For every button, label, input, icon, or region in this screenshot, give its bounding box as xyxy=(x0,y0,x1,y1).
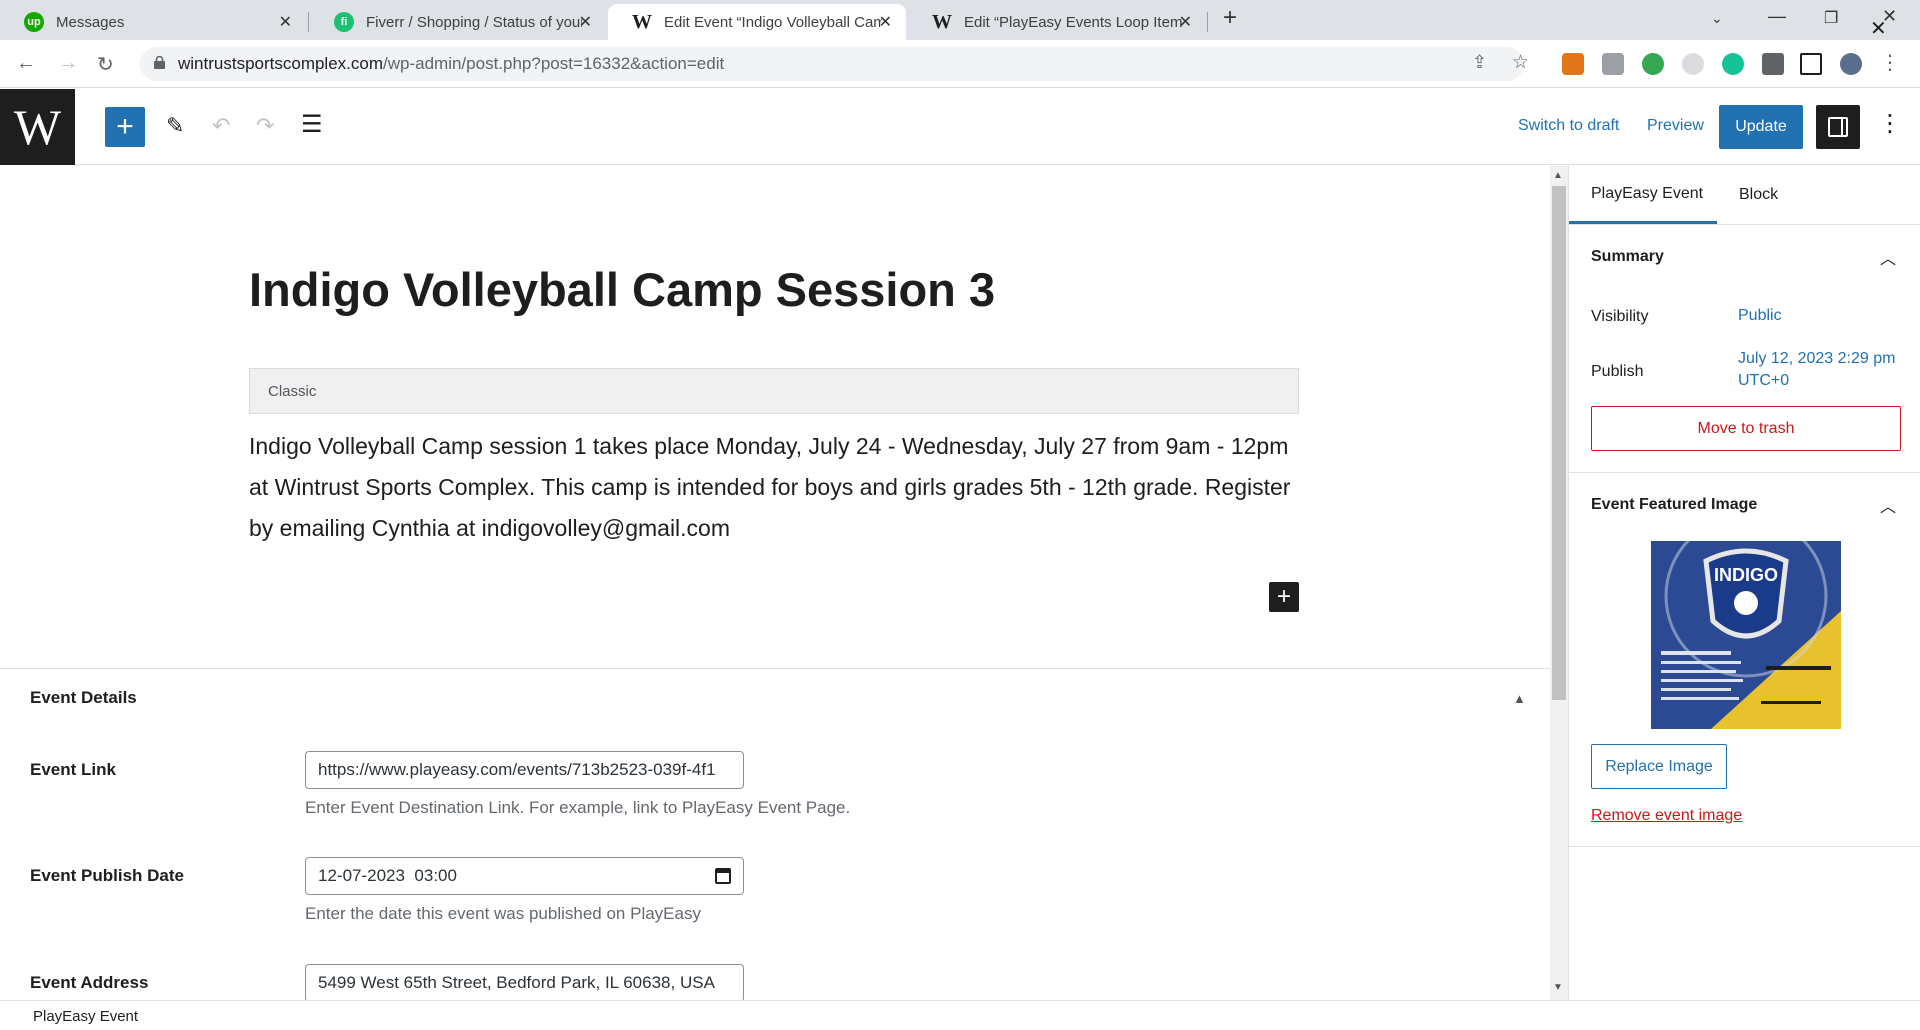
block-breadcrumb-bar: PlayEasy Event xyxy=(0,1000,1920,1030)
metamask-extension-icon[interactable] xyxy=(1562,53,1584,75)
update-button[interactable]: Update xyxy=(1719,105,1803,149)
publish-date-value[interactable]: July 12, 2023 2:29 pm UTC+0 xyxy=(1738,348,1895,392)
bookmark-star-icon[interactable]: ☆ xyxy=(1512,51,1529,74)
move-to-trash-button[interactable]: Move to trash xyxy=(1591,406,1901,451)
classic-block-toolbar[interactable]: Classic xyxy=(249,368,1299,414)
undo-icon[interactable]: ↶ xyxy=(212,113,230,139)
extension-icon[interactable] xyxy=(1682,53,1704,75)
date-value: 12-07-2023 03:00 xyxy=(318,866,457,885)
tab-search-icon[interactable]: ⌄ xyxy=(1711,10,1723,27)
image-logo-text: INDIGO xyxy=(1714,565,1778,585)
tab-title: Fiverr / Shopping / Status of your xyxy=(366,13,582,31)
event-link-input[interactable]: https://www.playeasy.com/events/713b2523… xyxy=(305,751,744,789)
browser-tab-edit-event[interactable]: W Edit Event “Indigo Volleyball Cam ✕ xyxy=(608,4,906,40)
block-inserter-button[interactable]: + xyxy=(1269,582,1299,612)
event-details-metabox: Event Details ▲ Event Link https://www.p… xyxy=(0,668,1550,1000)
settings-sidebar: PlayEasy Event Block Summary ︿ Visibilit… xyxy=(1568,166,1920,1000)
tab-title: Edit Event “Indigo Volleyball Cam xyxy=(664,13,882,31)
scroll-up-icon[interactable]: ▲ xyxy=(1553,170,1563,181)
scrollbar-thumb[interactable] xyxy=(1552,186,1566,700)
new-tab-icon[interactable]: + xyxy=(1223,4,1237,32)
browser-tab-fiverr[interactable]: fi Fiverr / Shopping / Status of your ✕ xyxy=(310,4,606,40)
publish-label: Publish xyxy=(1591,363,1644,380)
url-input[interactable]: wintrustsportscomplex.com/wp-admin/post.… xyxy=(140,47,1529,81)
back-icon[interactable]: ← xyxy=(16,52,36,75)
share-icon[interactable]: ⇪ xyxy=(1472,52,1487,73)
lock-icon xyxy=(154,56,165,69)
event-publish-date-help: Enter the date this event was published … xyxy=(305,904,701,923)
switch-to-draft-button[interactable]: Switch to draft xyxy=(1518,117,1619,135)
reload-icon[interactable]: ↻ xyxy=(97,52,114,77)
close-tab-icon[interactable]: ✕ xyxy=(879,12,892,32)
tab-block[interactable]: Block xyxy=(1739,166,1799,224)
wordpress-logo[interactable]: W xyxy=(0,89,75,165)
post-title[interactable]: Indigo Volleyball Camp Session 3 xyxy=(249,262,995,317)
chevron-up-icon[interactable]: ︿ xyxy=(1880,245,1896,269)
event-link-label: Event Link xyxy=(30,760,116,779)
featured-image-title[interactable]: Event Featured Image xyxy=(1591,496,1757,514)
camera-extension-icon[interactable] xyxy=(1602,53,1624,75)
settings-toggle-button[interactable] xyxy=(1816,105,1860,149)
grammarly-icon[interactable] xyxy=(1722,53,1744,75)
url-path: /wp-admin/post.php?post=16332&action=edi… xyxy=(383,54,725,73)
publish-date-line: July 12, 2023 2:29 pm xyxy=(1738,350,1896,367)
forward-icon[interactable]: → xyxy=(58,52,78,75)
event-publish-date-label: Event Publish Date xyxy=(30,866,184,885)
url-host: wintrustsportscomplex.com xyxy=(178,54,384,73)
side-panel-icon[interactable] xyxy=(1800,53,1822,75)
close-sidebar-icon[interactable]: ✕ xyxy=(1870,16,1887,41)
visibility-value[interactable]: Public xyxy=(1738,305,1782,327)
sidebar-icon xyxy=(1828,117,1848,137)
panel-divider xyxy=(1569,846,1920,847)
replace-image-button[interactable]: Replace Image xyxy=(1591,744,1727,789)
event-address-input[interactable]: 5499 West 65th Street, Bedford Park, IL … xyxy=(305,964,744,1000)
wordpress-icon: W xyxy=(632,10,652,33)
close-tab-icon[interactable]: ✕ xyxy=(579,12,592,32)
puzzle-extensions-icon[interactable] xyxy=(1762,53,1784,75)
summary-title[interactable]: Summary xyxy=(1591,248,1664,266)
tab-playeasy-event[interactable]: PlayEasy Event xyxy=(1569,166,1717,224)
wordpress-icon: W xyxy=(932,10,952,33)
featured-image-graphic: INDIGO xyxy=(1651,541,1841,729)
scroll-down-icon[interactable]: ▼ xyxy=(1553,982,1563,993)
chevron-up-icon[interactable]: ︿ xyxy=(1880,493,1896,517)
event-publish-date-input[interactable]: 12-07-2023 03:00 xyxy=(305,857,744,895)
tab-title: Edit “PlayEasy Events Loop Item” xyxy=(964,13,1182,31)
publish-timezone-line: UTC+0 xyxy=(1738,372,1790,389)
browser-tab-edit-loop-item[interactable]: W Edit “PlayEasy Events Loop Item” ✕ xyxy=(908,4,1206,40)
play-extension-icon[interactable] xyxy=(1642,53,1664,75)
event-address-label: Event Address xyxy=(30,973,149,992)
editor-header: W + ✎ ↶ ↷ ☰ Switch to draft Preview Upda… xyxy=(0,89,1920,165)
edit-pencil-icon[interactable]: ✎ xyxy=(166,113,184,139)
post-content[interactable]: Indigo Volleyball Camp session 1 takes p… xyxy=(249,426,1309,549)
featured-image[interactable]: INDIGO xyxy=(1651,541,1841,729)
profile-avatar[interactable] xyxy=(1840,53,1862,75)
breadcrumb-item[interactable]: PlayEasy Event xyxy=(33,1008,138,1025)
redo-icon[interactable]: ↷ xyxy=(256,113,274,139)
fiverr-icon: fi xyxy=(334,12,354,32)
upwork-icon: up xyxy=(24,12,44,32)
calendar-icon[interactable] xyxy=(715,868,731,884)
browser-tab-messages[interactable]: up Messages ✕ xyxy=(0,4,306,40)
minimize-icon[interactable]: — xyxy=(1768,6,1786,27)
list-view-icon[interactable]: ☰ xyxy=(301,110,323,139)
browser-tab-bar: up Messages ✕ fi Fiverr / Shopping / Sta… xyxy=(0,0,1920,40)
close-tab-icon[interactable]: ✕ xyxy=(1179,12,1192,32)
visibility-label: Visibility xyxy=(1591,308,1649,325)
preview-button[interactable]: Preview xyxy=(1647,117,1704,135)
options-menu-icon[interactable]: ⋮ xyxy=(1878,109,1902,138)
address-bar-row: ← → ↻ wintrustsportscomplex.com/wp-admin… xyxy=(0,40,1920,88)
browser-menu-icon[interactable]: ⋮ xyxy=(1880,50,1900,75)
editor-canvas: Indigo Volleyball Camp Session 3 Classic… xyxy=(0,166,1550,1000)
add-block-button[interactable]: + xyxy=(105,107,145,147)
metabox-title[interactable]: Event Details xyxy=(30,688,137,708)
tab-title: Messages xyxy=(56,13,125,31)
event-link-help: Enter Event Destination Link. For exampl… xyxy=(305,798,851,817)
remove-event-image-link[interactable]: Remove event image xyxy=(1591,807,1742,825)
close-tab-icon[interactable]: ✕ xyxy=(279,12,292,32)
collapse-triangle-icon[interactable]: ▲ xyxy=(1513,691,1526,706)
maximize-icon[interactable]: ❐ xyxy=(1824,8,1838,28)
